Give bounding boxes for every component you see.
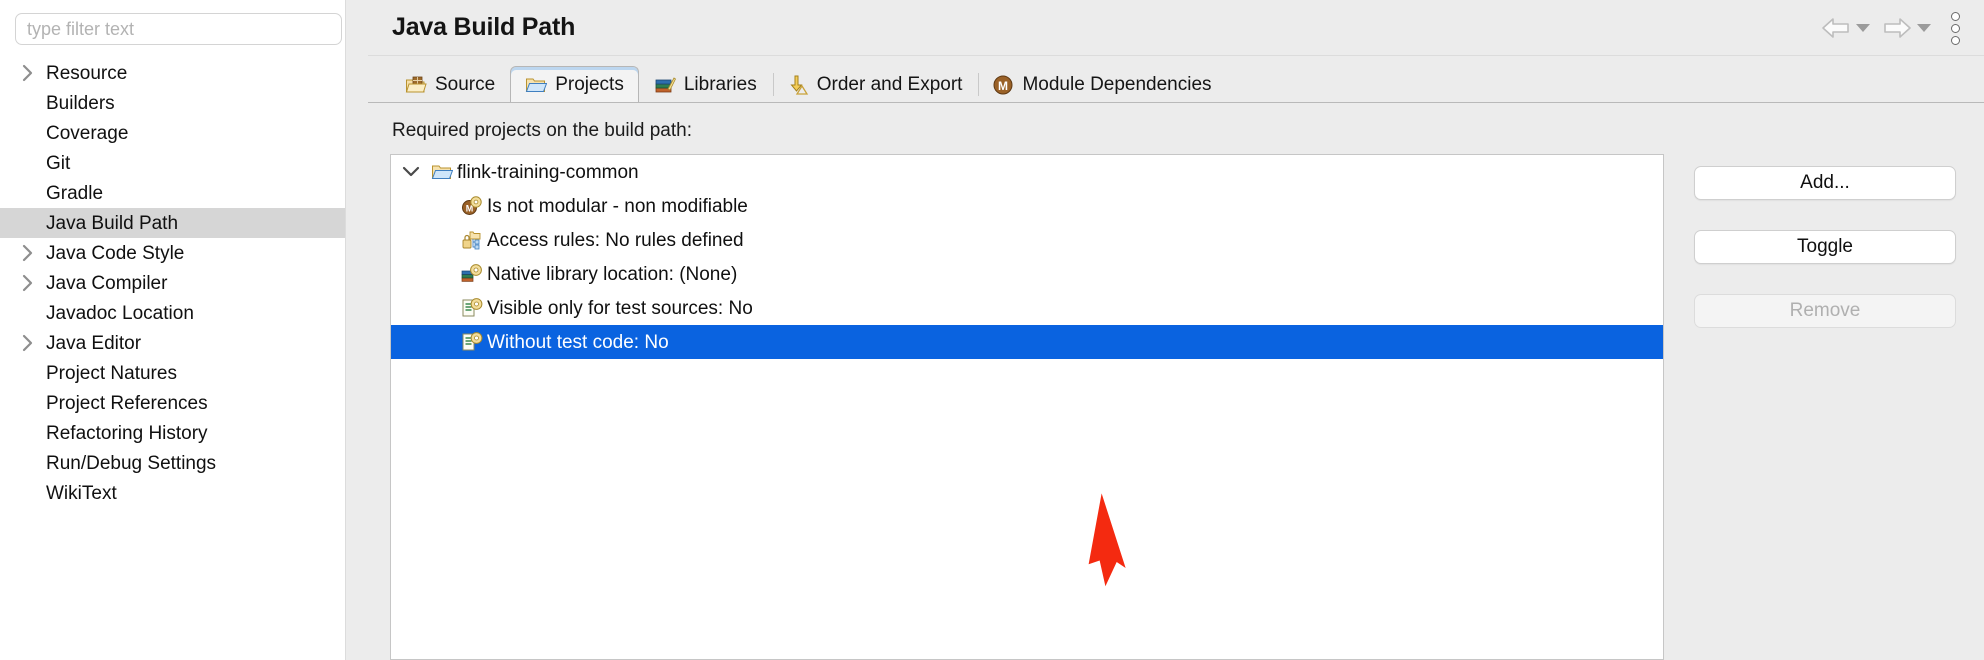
sidebar-item-label: Git — [46, 152, 71, 174]
sidebar-item-java-compiler[interactable]: Java Compiler — [0, 268, 368, 298]
test-sources-gear-icon — [461, 297, 483, 319]
forward-button[interactable] — [1876, 17, 1937, 39]
module-m-icon — [992, 74, 1014, 96]
tab-bar: Source Projects Libraries Order and Export M… — [368, 56, 1984, 102]
sidebar-item-javadoc-location[interactable]: Javadoc Location — [0, 298, 368, 328]
test-code-gear-icon — [461, 331, 483, 353]
sidebar-item-run-debug-settings[interactable]: Run/Debug Settings — [0, 448, 368, 478]
preferences-content: Java Build Path Source Projects Librarie… — [368, 0, 1984, 660]
sidebar-item-label: Project Natures — [46, 362, 177, 384]
tree-row-label: flink-training-common — [457, 161, 639, 183]
required-projects-tree[interactable]: flink-training-common Is not modular - no… — [390, 154, 1664, 660]
sidebar-item-refactoring-history[interactable]: Refactoring History — [0, 418, 368, 448]
sidebar-item-gradle[interactable]: Gradle — [0, 178, 368, 208]
sidebar-item-label: Gradle — [46, 182, 104, 204]
page-title: Java Build Path — [392, 13, 576, 41]
forward-arrow-icon — [1884, 18, 1911, 38]
tab-label: Projects — [555, 73, 624, 95]
tree-row[interactable]: Native library location: (None) — [391, 257, 1663, 291]
header-tools — [1815, 0, 1970, 56]
sidebar-item-project-natures[interactable]: Project Natures — [0, 358, 368, 388]
chevron-right-icon[interactable] — [10, 244, 46, 262]
tree-row-label: Without test code: No — [487, 331, 669, 353]
vertical-ellipsis-icon[interactable] — [1937, 11, 1970, 45]
back-dropdown-caret-icon[interactable] — [1856, 24, 1870, 32]
tree-row[interactable]: flink-training-common — [391, 155, 1663, 189]
preferences-window: Resource Builders Coverage Git Gradle Java Bu… — [0, 0, 1984, 660]
module-gear-icon — [461, 195, 483, 217]
libraries-books-icon — [654, 74, 676, 96]
sidebar-item-label: Javadoc Location — [46, 302, 194, 324]
sidebar-item-label: Java Editor — [46, 332, 142, 354]
search-input[interactable] — [15, 13, 342, 45]
sidebar-item-coverage[interactable]: Coverage — [0, 118, 368, 148]
tree-row[interactable]: Access rules: No rules defined — [391, 223, 1663, 257]
sidebar-item-builders[interactable]: Builders — [0, 88, 368, 118]
sidebar-item-label: Java Build Path — [46, 212, 179, 234]
tab-label: Libraries — [683, 73, 757, 95]
preferences-sidebar: Resource Builders Coverage Git Gradle Java Bu… — [0, 0, 368, 660]
access-rules-lock-icon — [461, 229, 483, 251]
kebab-dot-3 — [1951, 35, 1960, 45]
tab-source[interactable]: Source — [390, 66, 510, 102]
tab-label: Source — [435, 73, 496, 95]
sidebar-item-label: Project References — [46, 392, 208, 414]
order-export-arrow-icon — [787, 74, 809, 96]
sidebar-item-java-build-path[interactable]: Java Build Path — [0, 208, 368, 238]
toggle-button[interactable]: Toggle — [1694, 230, 1956, 264]
action-buttons-column: Add... Toggle Remove — [1664, 154, 1984, 660]
tree-row-label: Is not modular - non modifiable — [487, 195, 748, 217]
back-arrow-icon — [1822, 18, 1849, 38]
tab-libraries[interactable]: Libraries — [639, 66, 772, 102]
sidebar-item-label: Coverage — [46, 122, 129, 144]
native-library-gear-icon — [461, 263, 483, 285]
tab-label: Order and Export — [816, 73, 963, 95]
tree-row[interactable]: Without test code: No — [391, 325, 1663, 359]
tab-projects[interactable]: Projects — [510, 66, 639, 102]
sidebar-item-project-references[interactable]: Project References — [0, 388, 368, 418]
forward-dropdown-caret-icon[interactable] — [1917, 24, 1931, 32]
tree-row[interactable]: Is not modular - non modifiable — [391, 189, 1663, 223]
tree-row-label: Visible only for test sources: No — [487, 297, 753, 319]
tree-row[interactable]: Visible only for test sources: No — [391, 291, 1663, 325]
kebab-dot-2 — [1951, 23, 1960, 33]
sidebar-item-label: Resource — [46, 62, 128, 84]
source-folder-icon — [405, 74, 427, 96]
tab-order-and-export[interactable]: Order and Export — [772, 66, 978, 102]
sidebar-item-java-editor[interactable]: Java Editor — [0, 328, 368, 358]
tree-row-label: Native library location: (None) — [487, 263, 738, 285]
chevron-right-icon[interactable] — [10, 334, 46, 352]
sidebar-item-label: WikiText — [46, 482, 117, 504]
remove-button: Remove — [1694, 294, 1956, 328]
tab-module-dependencies[interactable]: Module Dependencies — [977, 66, 1226, 102]
chevron-right-icon[interactable] — [10, 64, 46, 82]
sidebar-item-label: Run/Debug Settings — [46, 452, 217, 474]
panel-description: Required projects on the build path: — [392, 120, 692, 141]
sidebar-item-label: Java Compiler — [46, 272, 168, 294]
sidebar-item-resource[interactable]: Resource — [0, 58, 368, 88]
kebab-dot-1 — [1951, 11, 1960, 21]
back-button[interactable] — [1815, 17, 1876, 39]
sidebar-item-label: Java Code Style — [46, 242, 185, 264]
add-button[interactable]: Add... — [1694, 166, 1956, 200]
sidebar-item-git[interactable]: Git — [0, 148, 368, 178]
sidebar-tree: Resource Builders Coverage Git Gradle Java Bu… — [0, 58, 368, 508]
page-header: Java Build Path — [368, 0, 1984, 56]
projects-folder-icon — [525, 74, 547, 96]
filter-container — [0, 13, 368, 45]
chevron-down-icon[interactable] — [391, 165, 431, 179]
tree-row-label: Access rules: No rules defined — [487, 229, 744, 251]
panel-body: flink-training-common Is not modular - no… — [368, 154, 1984, 660]
projects-panel: Required projects on the build path: fli… — [368, 102, 1984, 660]
sidebar-gutter — [345, 0, 368, 660]
sidebar-item-label: Refactoring History — [46, 422, 208, 444]
sidebar-item-java-code-style[interactable]: Java Code Style — [0, 238, 368, 268]
sidebar-item-wikitext[interactable]: WikiText — [0, 478, 368, 508]
open-folder-icon — [431, 161, 453, 183]
chevron-right-icon[interactable] — [10, 274, 46, 292]
sidebar-item-label: Builders — [46, 92, 115, 114]
tab-label: Module Dependencies — [1022, 73, 1212, 95]
